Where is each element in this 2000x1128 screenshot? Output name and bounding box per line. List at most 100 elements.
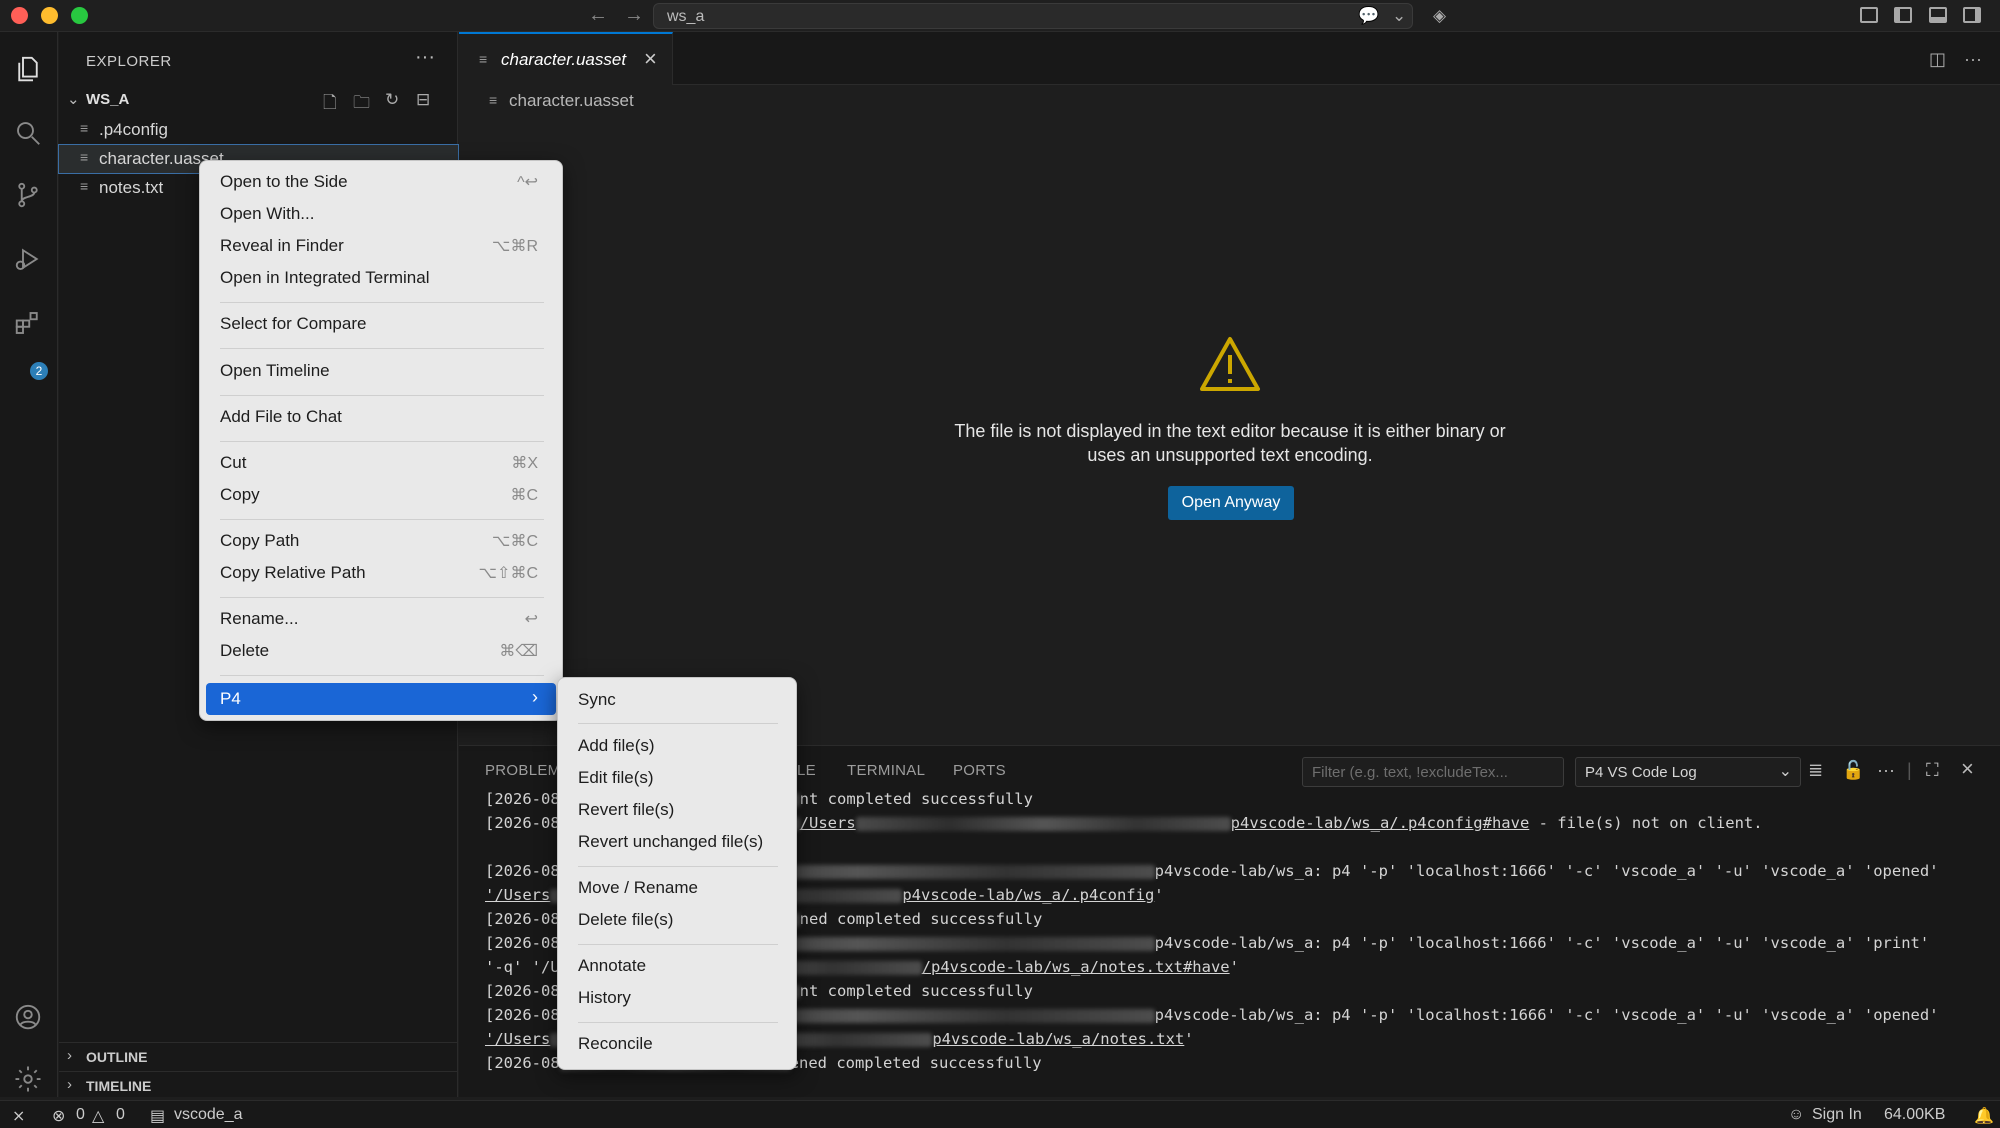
- submenu-item-reconcile[interactable]: Reconcile: [564, 1030, 790, 1058]
- copilot-icon[interactable]: ◈: [1433, 6, 1446, 26]
- panel-more-actions-icon[interactable]: ···: [1877, 760, 1895, 781]
- warning-count[interactable]: 0: [116, 1106, 125, 1124]
- file-icon: ≡: [80, 178, 89, 194]
- toggle-primary-sidebar-icon[interactable]: [1894, 7, 1912, 23]
- split-editor-icon[interactable]: ◫: [1929, 49, 1946, 70]
- bell-icon[interactable]: 🔔: [1974, 1106, 1994, 1126]
- toggle-secondary-sidebar-icon[interactable]: [1963, 7, 1981, 23]
- new-folder-icon[interactable]: 🗀: [353, 90, 370, 119]
- tab-character-uasset[interactable]: ≡ character.uasset ×: [459, 32, 673, 85]
- menu-separator: [578, 944, 778, 945]
- timeline-section[interactable]: › TIMELINE: [59, 1071, 458, 1099]
- submenu-item-add-files[interactable]: Add file(s): [564, 732, 790, 760]
- submenu-item-history[interactable]: History: [564, 984, 790, 1012]
- open-anyway-button[interactable]: Open Anyway: [1168, 486, 1294, 520]
- menu-item-p4[interactable]: P4 ›: [206, 683, 556, 715]
- submenu-item-delete-files[interactable]: Delete file(s): [564, 906, 790, 934]
- explorer-context-menu: Open to the Side ^↩ Open With... Reveal i…: [199, 160, 563, 721]
- menu-separator: [220, 519, 544, 520]
- menu-item-copy[interactable]: Copy ⌘C: [206, 481, 556, 509]
- file-icon: ≡: [80, 120, 89, 136]
- run-debug-icon[interactable]: [13, 244, 43, 274]
- p4-client-name[interactable]: vscode_a: [174, 1106, 243, 1124]
- outline-section[interactable]: › OUTLINE: [59, 1042, 458, 1070]
- submenu-item-revert-unchanged[interactable]: Revert unchanged file(s): [564, 828, 790, 856]
- command-center-search[interactable]: ws_a: [653, 3, 1413, 29]
- tab-problems[interactable]: PROBLEM: [485, 762, 560, 779]
- menu-item-open-with[interactable]: Open With...: [206, 200, 556, 228]
- menu-separator: [578, 866, 778, 867]
- menu-item-select-for-compare[interactable]: Select for Compare: [206, 310, 556, 338]
- submenu-item-sync[interactable]: Sync: [564, 686, 790, 714]
- submenu-item-annotate[interactable]: Annotate: [564, 952, 790, 980]
- breadcrumb-item[interactable]: character.uasset: [509, 91, 634, 111]
- file-name: notes.txt: [99, 178, 164, 197]
- submenu-item-move-rename[interactable]: Move / Rename: [564, 874, 790, 902]
- error-icon[interactable]: ⊗: [52, 1106, 65, 1126]
- clear-output-icon[interactable]: ≣: [1808, 760, 1823, 781]
- tab-debug-console[interactable]: LE: [797, 762, 816, 779]
- refresh-icon[interactable]: ↻: [385, 90, 399, 110]
- breadcrumb: ≡ character.uasset: [459, 86, 2000, 116]
- extensions-badge: 2: [30, 362, 48, 380]
- toggle-panel-icon[interactable]: [1929, 7, 1947, 23]
- new-file-icon[interactable]: 🗋: [323, 90, 337, 119]
- customize-layout-icon[interactable]: [1860, 7, 1878, 23]
- editor-more-actions-icon[interactable]: ···: [1964, 49, 1982, 70]
- minimize-window-button[interactable]: [41, 7, 58, 24]
- chat-icon[interactable]: 💬: [1358, 6, 1379, 26]
- close-window-button[interactable]: [11, 7, 28, 24]
- gear-icon[interactable]: [13, 1064, 43, 1094]
- error-count[interactable]: 0: [76, 1106, 85, 1124]
- close-icon[interactable]: ×: [644, 46, 657, 72]
- menu-item-reveal-in-finder[interactable]: Reveal in Finder ⌥⌘R: [206, 232, 556, 260]
- source-control-icon[interactable]: [13, 180, 43, 210]
- sign-in-button[interactable]: Sign In: [1812, 1106, 1862, 1124]
- menu-item-rename[interactable]: Rename... ↩: [206, 605, 556, 633]
- file-size[interactable]: 64.00KB: [1884, 1106, 1945, 1124]
- tab-ports[interactable]: PORTS: [953, 762, 1006, 779]
- output-channel-select[interactable]: P4 VS Code Log ⌄: [1575, 757, 1801, 787]
- submenu-item-revert-files[interactable]: Revert file(s): [564, 796, 790, 824]
- menu-item-cut[interactable]: Cut ⌘X: [206, 449, 556, 477]
- menu-separator: [220, 302, 544, 303]
- menu-separator: [578, 723, 778, 724]
- menu-item-delete[interactable]: Delete ⌘⌫: [206, 637, 556, 665]
- menu-item-open-timeline[interactable]: Open Timeline: [206, 357, 556, 385]
- collapse-all-icon[interactable]: ⊟: [416, 90, 430, 110]
- extensions-icon[interactable]: [13, 308, 43, 338]
- file-icon: ≡: [479, 51, 488, 67]
- warning-icon[interactable]: △: [92, 1106, 104, 1126]
- more-actions-icon[interactable]: ···: [415, 46, 435, 69]
- lock-scroll-icon[interactable]: 🔓: [1842, 760, 1864, 781]
- maximize-panel-icon[interactable]: ⛶: [1926, 760, 1939, 781]
- forward-arrow-icon[interactable]: →: [624, 4, 644, 27]
- back-arrow-icon[interactable]: ←: [588, 4, 608, 27]
- warning-icon: [1200, 337, 1260, 391]
- binary-file-message-line2: uses an unsupported text encoding.: [1087, 445, 1373, 465]
- title-bar: ← → ws_a 💬 ⌄ ◈: [0, 0, 2000, 32]
- output-filter-input[interactable]: Filter (e.g. text, !excludeTex...: [1302, 757, 1564, 787]
- submenu-item-edit-files[interactable]: Edit file(s): [564, 764, 790, 792]
- menu-item-open-to-side[interactable]: Open to the Side ^↩: [206, 168, 556, 196]
- menu-item-copy-path[interactable]: Copy Path ⌥⌘C: [206, 527, 556, 555]
- search-icon[interactable]: [13, 118, 43, 148]
- workspace-folder-row[interactable]: ⌄ WS_A 🗋 🗀 ↻ ⊟: [59, 88, 458, 114]
- remote-icon[interactable]: ⨯: [12, 1106, 25, 1126]
- close-panel-icon[interactable]: ×: [1961, 756, 1974, 782]
- menu-separator: [220, 395, 544, 396]
- menu-item-add-file-to-chat[interactable]: Add File to Chat: [206, 403, 556, 431]
- chevron-down-icon[interactable]: ⌄: [1392, 6, 1406, 26]
- chevron-right-icon: ›: [532, 687, 538, 707]
- file-item-p4config[interactable]: ≡ .p4config: [59, 116, 458, 144]
- accounts-icon[interactable]: [13, 1002, 43, 1032]
- menu-separator: [220, 597, 544, 598]
- explorer-files-icon[interactable]: [13, 54, 43, 84]
- menu-item-copy-relative-path[interactable]: Copy Relative Path ⌥⇧⌘C: [206, 559, 556, 587]
- tab-terminal[interactable]: TERMINAL: [847, 762, 925, 779]
- file-name: .p4config: [99, 120, 168, 139]
- menu-item-open-in-terminal[interactable]: Open in Integrated Terminal: [206, 264, 556, 292]
- zoom-window-button[interactable]: [71, 7, 88, 24]
- channel-label: P4 VS Code Log: [1585, 764, 1697, 781]
- menu-separator: [220, 675, 544, 676]
